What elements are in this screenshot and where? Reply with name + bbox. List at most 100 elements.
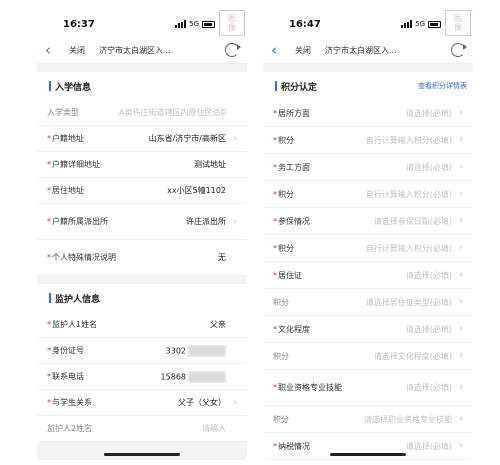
label-text: 纳税情况 xyxy=(278,441,310,451)
value-text: 无 xyxy=(218,253,226,262)
close-button[interactable]: 关闭 xyxy=(295,45,311,56)
form-row[interactable]: *与学生关系 父子（父女） › xyxy=(37,390,247,416)
form-row-value[interactable]: 请选择居住证类型(必填) xyxy=(345,297,452,308)
form-row-value[interactable]: 无 xyxy=(119,252,226,263)
back-icon[interactable]: ‹ xyxy=(45,41,51,59)
form-row[interactable]: 积分 请选择居住证类型(必填) › xyxy=(263,289,473,316)
page-title: 济宁市太白湖区入... xyxy=(99,46,171,55)
value-text: 山东省/济宁市/高新区 xyxy=(148,134,226,143)
value-text: A类许庄街道辖区内原住民适龄 xyxy=(119,108,226,117)
refresh-icon[interactable] xyxy=(451,43,467,57)
form-row[interactable]: *居住证 请选择(必填) › xyxy=(263,262,473,289)
form-row-value[interactable]: 自行计算输入积分(必填) xyxy=(345,189,452,200)
chevron-right-icon: › xyxy=(459,441,463,451)
form-row[interactable]: *身份证号 3302 xyxy=(37,338,247,364)
watermark-stamp-icon: 图像 xyxy=(445,10,471,36)
chevron-right-icon: › xyxy=(459,216,463,226)
form-row-value[interactable]: 测试地址 xyxy=(119,159,226,170)
network-label: 5G xyxy=(189,20,199,28)
form-row[interactable]: *积分 自行计算输入积分(必填) › xyxy=(263,127,473,154)
form-row-value[interactable]: 15868 xyxy=(119,370,226,383)
form-row-value[interactable]: xx小区5幢1102 xyxy=(119,185,226,196)
value-text: 请选择(必填) xyxy=(405,383,452,392)
form-row[interactable]: *文化程度 请选择(必填) › xyxy=(263,316,473,343)
form-row[interactable]: *联系电话 15868 xyxy=(37,364,247,390)
form-row-value[interactable]: 山东省/济宁市/高新区 xyxy=(119,133,226,144)
form-row-value[interactable]: 许庄派出所 xyxy=(119,216,226,227)
form-row-value[interactable]: 请选择(必填) xyxy=(345,270,452,281)
section-accent-bar xyxy=(49,81,51,91)
form-row[interactable]: *户籍所属派出所 许庄派出所 › xyxy=(37,204,247,240)
label-text: 监护人1姓名 xyxy=(52,320,98,329)
form-row-value[interactable]: 请选择(必填) xyxy=(345,441,452,452)
refresh-icon[interactable] xyxy=(225,43,241,57)
form-row-label: *积分 xyxy=(273,135,345,146)
value-text: 父亲 xyxy=(210,320,226,329)
form-row-value[interactable]: 父亲 xyxy=(119,319,226,330)
value-text: 请选择(必填) xyxy=(405,324,452,334)
form-row-label: *联系电话 xyxy=(47,371,119,382)
form-row[interactable]: 积分 请选择文化程度(必填) › xyxy=(263,343,473,370)
form-row-value[interactable]: A类许庄街道辖区内原住民适龄 xyxy=(119,107,226,118)
section-title: 积分认定 xyxy=(281,82,318,93)
form-row[interactable]: 入学类型 A类许庄街道辖区内原住民适龄 xyxy=(37,100,247,126)
label-text: 身份证号 xyxy=(52,346,84,355)
label-text: 参保情况 xyxy=(278,216,310,226)
label-text: 积分 xyxy=(278,243,294,253)
status-icons: 5G xyxy=(175,20,215,28)
form-row-value[interactable]: 请选择参保日期(必填) xyxy=(345,216,452,227)
close-button[interactable]: 关闭 xyxy=(69,45,85,56)
form-row-value[interactable]: 请选择(必填) xyxy=(345,162,452,173)
value-text: 自行计算输入积分(必填) xyxy=(365,243,452,253)
section-header: 入学信息 xyxy=(37,72,247,100)
nav-bar: ‹ 关闭 济宁市太白湖区入... xyxy=(37,38,247,64)
form-row-value[interactable]: 请输入 xyxy=(119,423,226,434)
form-row[interactable]: *监护人1姓名 父亲 xyxy=(37,312,247,338)
label-text: 积分 xyxy=(273,297,289,307)
form-row-value[interactable]: 请选择职业资格专业技能 xyxy=(345,414,452,425)
form-row-value[interactable]: 自行计算输入积分(必填) xyxy=(345,243,452,254)
value-text: 请选择(必填) xyxy=(405,441,452,451)
form-row-value[interactable]: 请选择(必填) xyxy=(345,324,452,335)
form-row-label: *户籍详细地址 xyxy=(47,159,119,170)
view-points-table-link[interactable]: 查看积分详情表 xyxy=(418,81,467,91)
signal-icon xyxy=(175,20,187,28)
form-row[interactable]: 监护人2姓名 请输入 xyxy=(37,416,247,442)
form-row-value[interactable]: 请选择(必填) xyxy=(345,108,452,119)
form-row[interactable]: *积分 自行计算输入积分(必填) › xyxy=(263,235,473,262)
form-row[interactable]: *户籍地址 山东省/济宁市/高新区 › xyxy=(37,126,247,152)
form-row[interactable]: *居所方面 请选择(必填) › xyxy=(263,100,473,127)
required-marker: * xyxy=(273,441,277,451)
required-marker: * xyxy=(273,324,277,334)
status-bar: 16:37 5G 图像 xyxy=(37,8,247,38)
form-row[interactable]: *积分 自行计算输入积分(必填) › xyxy=(263,181,473,208)
form-row[interactable]: 积分 请选择职业资格专业技能 › xyxy=(263,406,473,433)
phone-screen-left: 16:37 5G 图像 ‹ 关闭 济宁市太白湖区入... 入学信息 入学类型 A类… xyxy=(37,8,247,460)
label-text: 务工方面 xyxy=(278,162,310,172)
value-text: 请选择(必填) xyxy=(405,108,452,118)
value-text: 请选择文化程度(必填) xyxy=(373,351,452,361)
form-row-value[interactable]: 父子（父女） xyxy=(119,397,226,408)
form-row-label: *居住地址 xyxy=(47,185,119,196)
form-row[interactable]: *职业资格专业技能 请选择(必填) › xyxy=(263,370,473,406)
form-row-label: *个人特殊情况说明 xyxy=(47,252,119,263)
form-row-value[interactable]: 请选择文化程度(必填) xyxy=(345,351,452,362)
form-row-label: *参保情况 xyxy=(273,216,345,227)
home-indicator xyxy=(330,453,406,456)
chevron-right-icon: › xyxy=(459,108,463,118)
form-row[interactable]: *个人特殊情况说明 无 xyxy=(37,240,247,276)
form-row-label: 积分 xyxy=(273,297,345,308)
required-marker: * xyxy=(273,243,277,253)
form-row[interactable]: *参保情况 请选择参保日期(必填) › xyxy=(263,208,473,235)
battery-icon xyxy=(202,20,215,28)
form-row-value[interactable]: 自行计算输入积分(必填) xyxy=(345,135,452,146)
form-row-value[interactable]: 3302 xyxy=(119,344,226,357)
form-row[interactable]: *户籍详细地址 测试地址 xyxy=(37,152,247,178)
form-row-value[interactable]: 请选择(必填) xyxy=(345,382,452,393)
value-text: 请输入 xyxy=(202,424,226,433)
section-accent-bar xyxy=(49,293,51,303)
section-accent-bar xyxy=(275,81,277,91)
form-row[interactable]: *居住地址 xx小区5幢1102 xyxy=(37,178,247,204)
form-row[interactable]: *务工方面 请选择(必填) › xyxy=(263,154,473,181)
back-icon[interactable]: ‹ xyxy=(271,41,277,59)
